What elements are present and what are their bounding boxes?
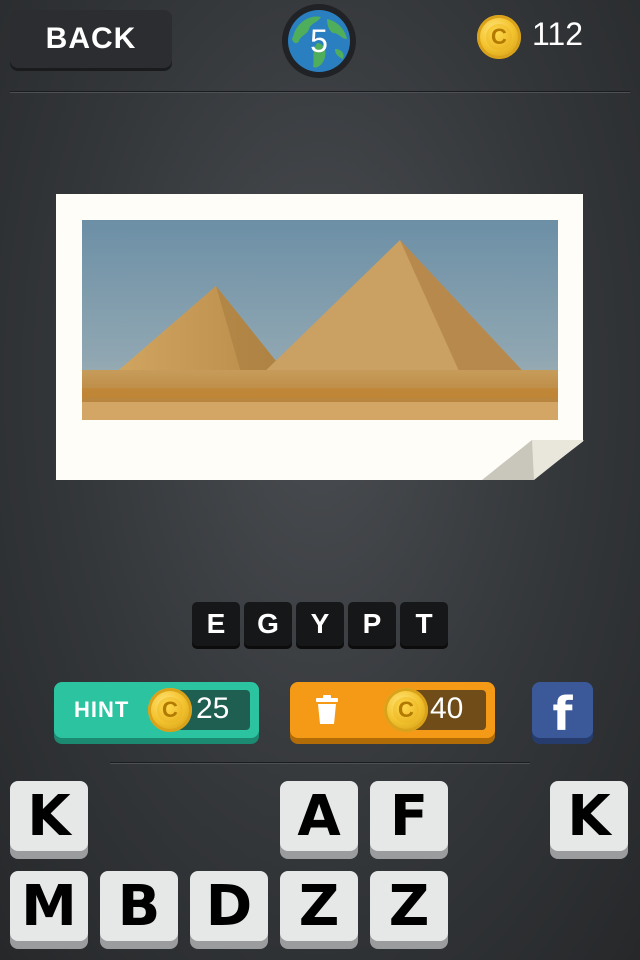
- coin-icon: C: [384, 688, 428, 732]
- answer-tile[interactable]: P: [348, 602, 396, 646]
- coin-icon: C: [148, 688, 192, 732]
- letter-key[interactable]: D: [190, 871, 268, 941]
- keyboard-divider: [110, 762, 530, 763]
- hint-cost: 25: [196, 692, 230, 725]
- remove-cost: 40: [430, 692, 464, 725]
- answer-tile[interactable]: T: [400, 602, 448, 646]
- answer-tile[interactable]: G: [244, 602, 292, 646]
- header-divider: [10, 91, 630, 92]
- level-indicator: 5: [282, 4, 356, 78]
- hint-label: HINT: [74, 697, 130, 722]
- letter-key[interactable]: M: [10, 871, 88, 941]
- coin-icon: C: [477, 15, 521, 59]
- letter-key[interactable]: A: [280, 781, 358, 851]
- letter-key[interactable]: B: [100, 871, 178, 941]
- page-curl: [482, 440, 584, 480]
- back-button[interactable]: BACK: [10, 10, 172, 68]
- hint-button[interactable]: HINT C 25: [54, 682, 259, 738]
- letter-key[interactable]: F: [370, 781, 448, 851]
- letter-key[interactable]: K: [550, 781, 628, 851]
- trash-icon: [316, 695, 338, 724]
- letter-key[interactable]: K: [10, 781, 88, 851]
- remove-letters-button[interactable]: C 40: [290, 682, 495, 738]
- letter-key[interactable]: Z: [370, 871, 448, 941]
- facebook-icon: f: [552, 687, 573, 738]
- pyramids-photo: [82, 220, 558, 420]
- answer-tile[interactable]: Y: [296, 602, 344, 646]
- facebook-share-button[interactable]: f: [532, 682, 593, 738]
- answer-tile[interactable]: E: [192, 602, 240, 646]
- level-number: 5: [310, 22, 328, 59]
- letter-key[interactable]: Z: [280, 871, 358, 941]
- coin-count: 112: [532, 16, 584, 52]
